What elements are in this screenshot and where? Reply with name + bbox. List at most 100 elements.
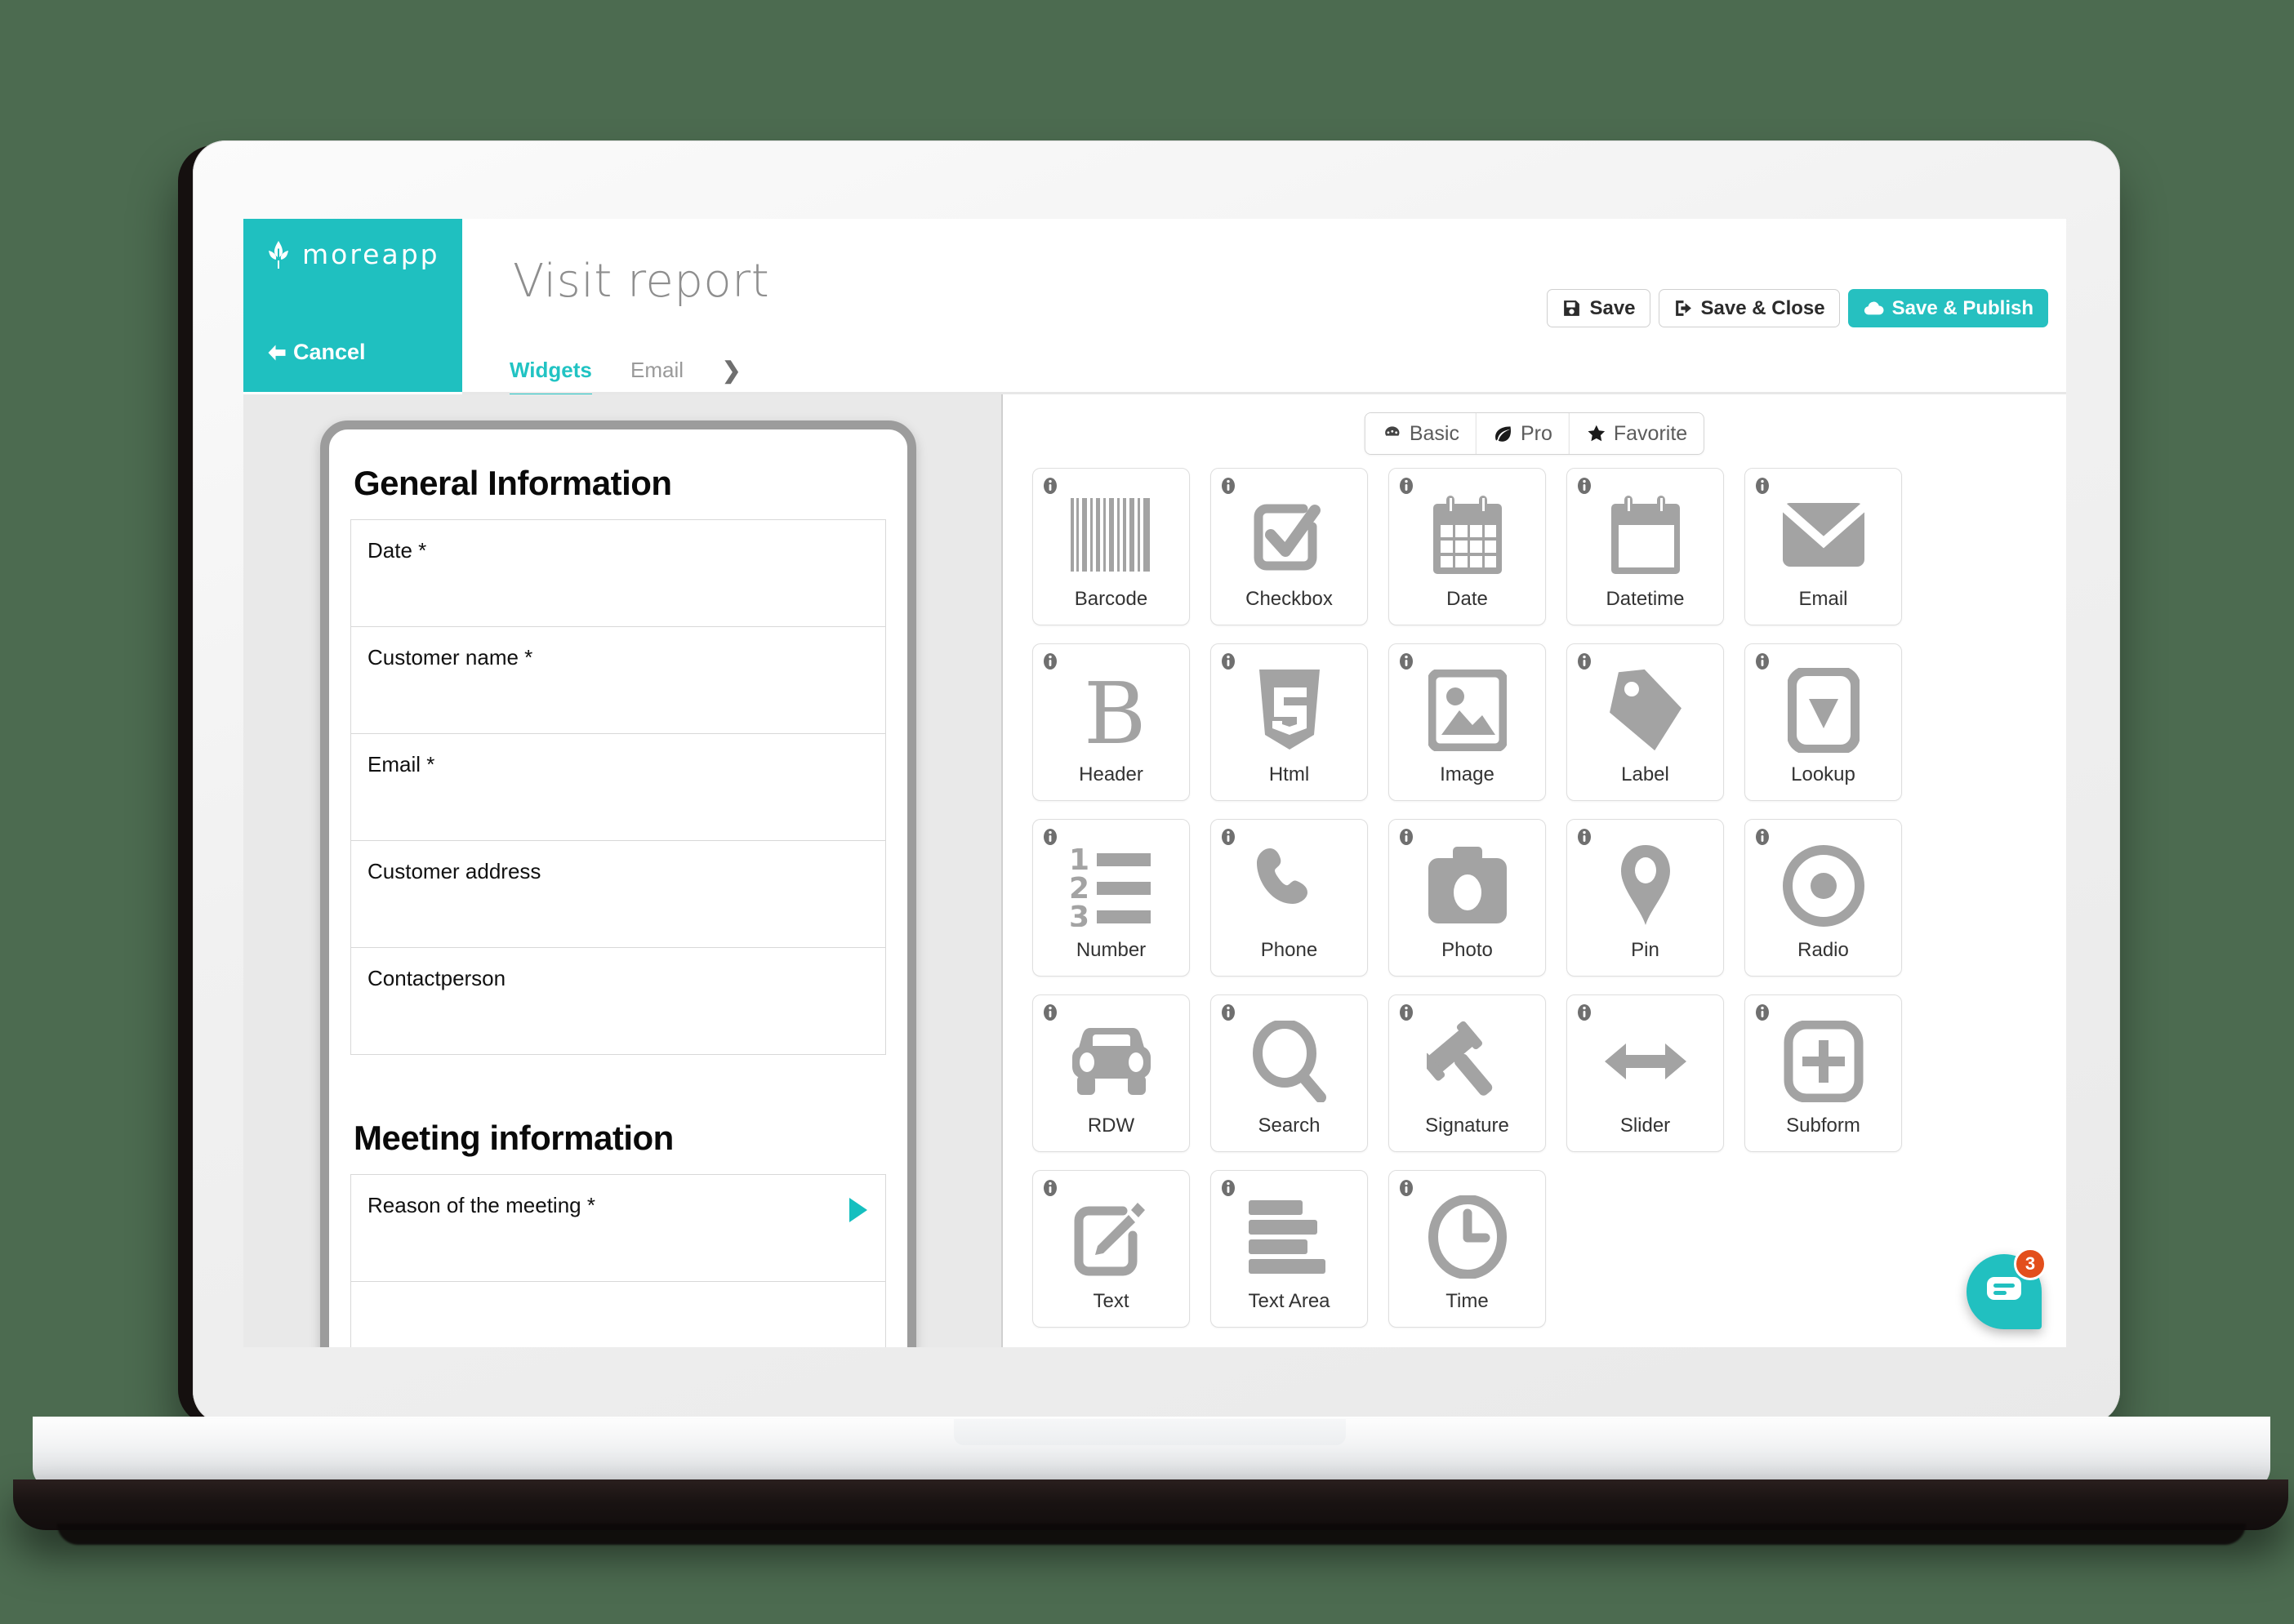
star-icon: [1586, 423, 1607, 444]
arrows-horizontal-icon: [1567, 1017, 1723, 1106]
widget-label: Lookup: [1791, 763, 1855, 785]
widget-card-number[interactable]: 1 2 3 Number: [1032, 819, 1190, 977]
clock-icon: [1389, 1192, 1545, 1282]
text-lines-icon: [1211, 1192, 1367, 1282]
widget-label: Phone: [1260, 939, 1318, 961]
tab-widgets-label: Widgets: [510, 357, 592, 382]
numbered-list-icon: 1 2 3: [1033, 841, 1189, 931]
laptop-notch: [954, 1419, 1346, 1445]
save-button-label: Save: [1589, 296, 1636, 319]
plus-square-icon: [1745, 1017, 1901, 1106]
form-preview-pane: General Information Date * Customer name…: [243, 394, 1001, 1347]
widget-label: Time: [1445, 1290, 1489, 1312]
widget-card-text[interactable]: Text: [1032, 1170, 1190, 1328]
chevron-right-play-icon[interactable]: [849, 1198, 867, 1222]
form-field-email[interactable]: Email *: [351, 734, 885, 841]
form-field-next[interactable]: [351, 1282, 885, 1347]
barcode-icon: [1033, 490, 1189, 580]
laptop-foot-shadow: [57, 1524, 2246, 1545]
widget-label: Pin: [1631, 939, 1659, 961]
widget-card-subform[interactable]: Subform: [1744, 994, 1902, 1152]
widget-card-header[interactable]: B Header: [1032, 643, 1190, 801]
widget-card-checkbox[interactable]: Checkbox: [1210, 468, 1368, 625]
widget-card-datetime[interactable]: Datetime: [1566, 468, 1724, 625]
widget-label: Text Area: [1248, 1290, 1330, 1312]
widget-card-pin[interactable]: Pin: [1566, 819, 1724, 977]
laptop-foot: [13, 1479, 2288, 1530]
save-and-close-button-label: Save & Close: [1700, 296, 1825, 319]
widget-card-date[interactable]: Date: [1388, 468, 1546, 625]
widget-card-text-area[interactable]: Text Area: [1210, 1170, 1368, 1328]
save-button[interactable]: Save: [1547, 289, 1650, 327]
save-and-close-button[interactable]: Save & Close: [1658, 289, 1840, 327]
filter-favorite[interactable]: Favorite: [1569, 413, 1704, 454]
leaf-icon: [1493, 423, 1514, 444]
save-and-publish-button[interactable]: Save & Publish: [1847, 289, 2048, 327]
chat-bubble-icon: [1985, 1274, 2023, 1310]
brand-logo[interactable]: moreapp: [266, 238, 440, 270]
widget-card-signature[interactable]: Signature: [1388, 994, 1546, 1152]
widget-label: Signature: [1425, 1115, 1509, 1137]
arrow-left-icon: [266, 342, 287, 363]
filter-basic[interactable]: Basic: [1365, 413, 1477, 454]
widget-label: Subform: [1786, 1115, 1860, 1137]
form-field-reason-of-the-meeting[interactable]: Reason of the meeting *: [351, 1175, 885, 1282]
filter-basic-label: Basic: [1409, 421, 1459, 445]
save-and-publish-button-label: Save & Publish: [1891, 296, 2033, 319]
filter-pro[interactable]: Pro: [1476, 413, 1570, 454]
widget-card-email[interactable]: Email: [1744, 468, 1902, 625]
form-field-customer-address[interactable]: Customer address: [351, 841, 885, 948]
brand-sidebar: moreapp Cancel: [243, 219, 462, 392]
field-group-general: Date * Customer name * Email * Customer …: [350, 519, 886, 1055]
chat-launcher-button[interactable]: 3: [1967, 1248, 2047, 1329]
form-field-customer-name[interactable]: Customer name *: [351, 627, 885, 734]
checkbox-icon: [1211, 490, 1367, 580]
tab-bar: Widgets Email ❯: [462, 348, 2066, 398]
editor-body: General Information Date * Customer name…: [243, 394, 2066, 1347]
tab-widgets[interactable]: Widgets: [510, 348, 592, 398]
widget-card-search[interactable]: Search: [1210, 994, 1368, 1152]
widget-label: Label: [1621, 763, 1669, 785]
tag-icon: [1567, 665, 1723, 755]
form-field-label: Customer name *: [367, 645, 533, 670]
floppy-disk-icon: [1561, 298, 1582, 318]
form-preview-scroll[interactable]: General Information Date * Customer name…: [329, 429, 907, 1347]
widget-label: Image: [1440, 763, 1494, 785]
widget-filter-group: Basic Pro Favorite: [1364, 412, 1705, 455]
envelope-icon: [1745, 490, 1901, 580]
gavel-icon: [1389, 1017, 1545, 1106]
widget-card-phone[interactable]: Phone: [1210, 819, 1368, 977]
chevron-right-icon[interactable]: ❯: [722, 348, 741, 392]
widget-card-html[interactable]: Html: [1210, 643, 1368, 801]
magnifier-icon: [1211, 1017, 1367, 1106]
widget-label: Search: [1258, 1115, 1321, 1137]
widget-label: Email: [1798, 588, 1848, 610]
map-pin-icon: [1567, 841, 1723, 931]
page-title: Visit report: [513, 255, 770, 308]
widget-card-label[interactable]: Label: [1566, 643, 1724, 801]
car-icon: [1033, 1017, 1189, 1106]
form-field-date[interactable]: Date *: [351, 520, 885, 627]
phone-mockup: General Information Date * Customer name…: [320, 420, 916, 1347]
svg-text:3: 3: [1069, 901, 1089, 927]
widget-label: RDW: [1087, 1115, 1135, 1137]
widget-card-time[interactable]: Time: [1388, 1170, 1546, 1328]
screen: moreapp Cancel Visit report Save Save & …: [243, 219, 2066, 1347]
widget-card-photo[interactable]: Photo: [1388, 819, 1546, 977]
cancel-button[interactable]: Cancel: [266, 340, 366, 365]
form-field-contactperson[interactable]: Contactperson: [351, 948, 885, 1055]
widget-label: Checkbox: [1245, 588, 1333, 610]
widget-card-barcode[interactable]: Barcode: [1032, 468, 1190, 625]
widget-card-rdw[interactable]: RDW: [1032, 994, 1190, 1152]
section-title-general: General Information: [354, 464, 672, 502]
widget-label: Radio: [1797, 939, 1849, 961]
widget-card-lookup[interactable]: Lookup: [1744, 643, 1902, 801]
widget-label: Photo: [1441, 939, 1493, 961]
widget-card-slider[interactable]: Slider: [1566, 994, 1724, 1152]
tab-email[interactable]: Email: [630, 348, 684, 392]
widget-card-image[interactable]: Image: [1388, 643, 1546, 801]
form-field-label: Customer address: [367, 859, 541, 883]
widget-label: Barcode: [1074, 588, 1148, 610]
widget-card-radio[interactable]: Radio: [1744, 819, 1902, 977]
